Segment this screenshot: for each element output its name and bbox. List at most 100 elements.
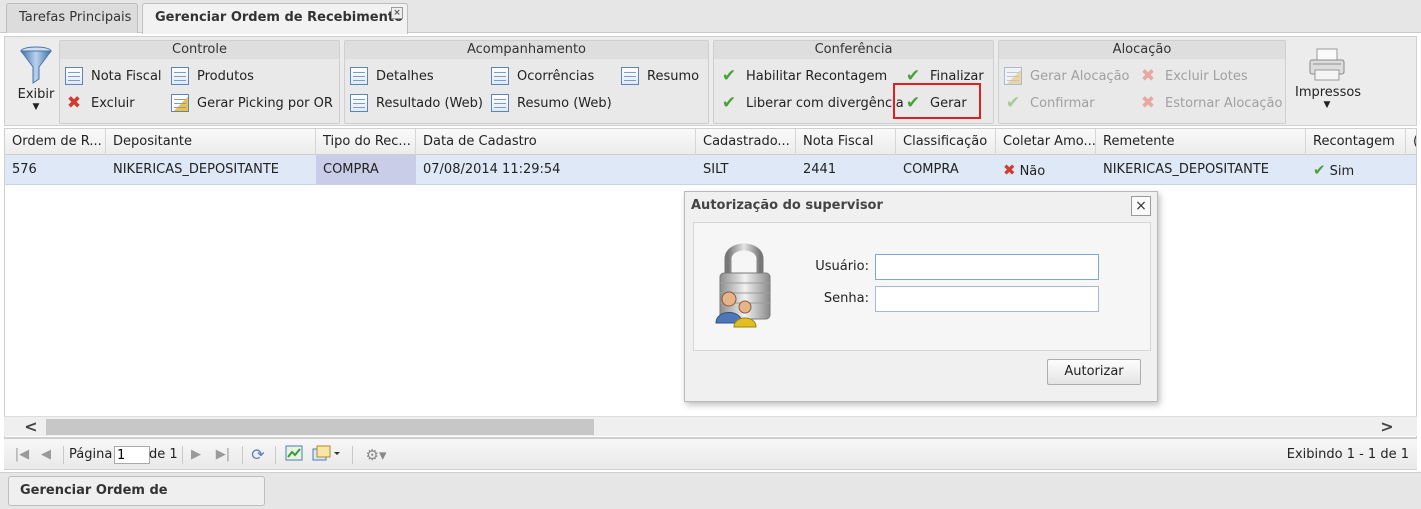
detalhes-button[interactable]: Detalhes [350,64,434,88]
grid-icon [65,67,83,85]
page-number-input[interactable] [114,446,150,464]
cell-tipo: COMPRA [316,155,416,185]
scrollbar-thumb[interactable] [46,419,594,435]
senha-field[interactable] [875,286,1099,312]
liberar-divergencia-button[interactable]: ✔ Liberar com divergência [720,91,904,115]
impressos-button[interactable]: Impressos ▼ [1295,41,1362,121]
grid-header: Ordem de R... Depositante Tipo do Rec...… [5,129,1416,155]
tab-label: Tarefas Principais [19,10,132,25]
button-label: Produtos [197,68,254,84]
last-page-icon[interactable]: ▶| [213,445,233,465]
ocorrencias-button[interactable]: Ocorrências [491,64,594,88]
exibir-button[interactable]: Exibir ▼ [9,41,63,121]
group-alocacao: Alocação Gerar Alocação ✖ Excluir Lotes … [998,40,1286,124]
column-header[interactable]: Remetente [1096,129,1306,155]
estornar-alocacao-button[interactable]: ✖ Estornar Alocação [1139,91,1283,115]
grid-icon [621,67,639,85]
export-chart-icon[interactable] [284,445,304,465]
settings-gear-icon[interactable]: ⚙▾ [360,445,392,465]
refresh-icon[interactable]: ⟳ [248,445,268,465]
resultado-web-button[interactable]: Resultado (Web) [350,91,483,115]
dialog-body: Usuário: Senha: [693,222,1151,351]
filter-icon [20,46,52,84]
gerar-highlight [893,83,981,119]
column-header[interactable]: Nota Fiscal [796,129,896,155]
separator [182,446,183,464]
close-icon[interactable]: × [1131,196,1151,216]
produtos-button[interactable]: Produtos [171,64,254,88]
column-header[interactable]: Depositante [106,129,316,155]
group-controle: Controle Nota Fiscal Produtos ✖ Excluir … [59,40,340,124]
button-label: Confirmar [1030,95,1095,111]
edit-grid-icon [1004,67,1022,85]
resumo-button[interactable]: Resumo [621,64,699,88]
taskbar-window-button[interactable]: Gerenciar Ordem de Recebimento [8,476,265,506]
confirmar-button[interactable]: ✔ Confirmar [1004,91,1095,115]
chevron-down-icon: ▼ [32,102,40,112]
autorizar-button[interactable]: Autorizar [1047,359,1141,385]
scroll-left-icon[interactable]: < [20,417,42,437]
button-label: Estornar Alocação [1165,95,1283,111]
next-page-icon[interactable]: ▶ [186,445,206,465]
button-label: Finalizar [930,68,984,84]
paging-toolbar: |◀ ◀ Página de 1 ▶ ▶| ⟳ ⚙▾ Exibindo 1 - … [4,438,1417,470]
separator [63,446,64,464]
column-header[interactable]: Recontagem [1306,129,1406,155]
column-header[interactable]: Coletar Amo... [996,129,1096,155]
usuario-field[interactable] [875,254,1099,280]
printer-icon [1309,48,1345,81]
nota-fiscal-button[interactable]: Nota Fiscal [65,64,162,88]
column-header[interactable]: Ordem de R... [5,129,106,155]
tab-bar: Tarefas Principais Gerenciar Ordem de Re… [0,0,1421,34]
lock-users-icon [715,243,771,328]
grid-icon [171,67,189,85]
senha-label: Senha: [823,291,869,306]
cell-depositante: NIKERICAS_DEPOSITANTE [113,162,279,177]
resumo-web-button[interactable]: Resumo (Web) [491,91,612,115]
cross-icon: ✖ [1003,161,1016,179]
button-label: Resultado (Web) [376,95,483,111]
page-total-label: de 1 [149,447,178,462]
column-header[interactable]: Cadastrado... [696,129,796,155]
column-header[interactable]: Tipo do Rec... [316,129,416,155]
group-title: Acompanhamento [345,41,708,59]
gerar-alocacao-button[interactable]: Gerar Alocação [1004,64,1130,88]
tab-gerenciar-ordem[interactable]: Gerenciar Ordem de Recebimento × [142,3,408,34]
cell-data: 07/08/2014 11:29:54 [423,162,561,177]
habilitar-recontagem-button[interactable]: ✔ Habilitar Recontagem [720,64,887,88]
dialog-title: Autorização do supervisor [691,198,883,213]
check-icon: ✔ [721,93,737,113]
column-header[interactable]: ( [1406,129,1416,155]
column-header[interactable]: Data de Cadastro [416,129,696,155]
close-icon[interactable]: × [391,7,403,19]
group-title: Conferência [714,41,993,59]
gerar-picking-button[interactable]: Gerar Picking por OR [171,91,333,115]
separator [242,446,243,464]
usuario-label: Usuário: [815,259,869,274]
export-grid-icon[interactable] [310,445,344,465]
delete-icon: ✖ [1140,93,1156,113]
button-label: Detalhes [376,68,434,84]
column-header[interactable]: Classificação [896,129,996,155]
separator [352,446,353,464]
prev-page-icon[interactable]: ◀ [36,445,56,465]
impressos-label: Impressos [1295,85,1362,100]
exibir-label: Exibir [17,87,55,102]
toolbar: Exibir ▼ Controle Nota Fiscal Produtos ✖… [4,36,1417,126]
scroll-right-icon[interactable]: > [1376,417,1398,437]
horizontal-scrollbar[interactable]: < > [4,416,1417,436]
button-label: Gerar Picking por OR [197,95,333,111]
group-title: Controle [60,41,339,59]
button-label: Gerar Alocação [1030,68,1130,84]
excluir-lotes-button[interactable]: ✖ Excluir Lotes [1139,64,1248,88]
paging-info: Exibindo 1 - 1 de 1 [1286,447,1409,462]
first-page-icon[interactable]: |◀ [12,445,32,465]
cell-classificacao: COMPRA [903,162,959,177]
tab-tarefas-principais[interactable]: Tarefas Principais [6,3,138,33]
cell-recontagem-value: Sim [1329,164,1355,179]
table-row[interactable]: 576 NIKERICAS_DEPOSITANTE COMPRA 07/08/2… [5,155,1416,185]
button-label: Excluir Lotes [1165,68,1248,84]
button-label: Nota Fiscal [91,68,162,84]
group-title: Alocação [999,41,1285,59]
excluir-button[interactable]: ✖ Excluir [65,91,135,115]
